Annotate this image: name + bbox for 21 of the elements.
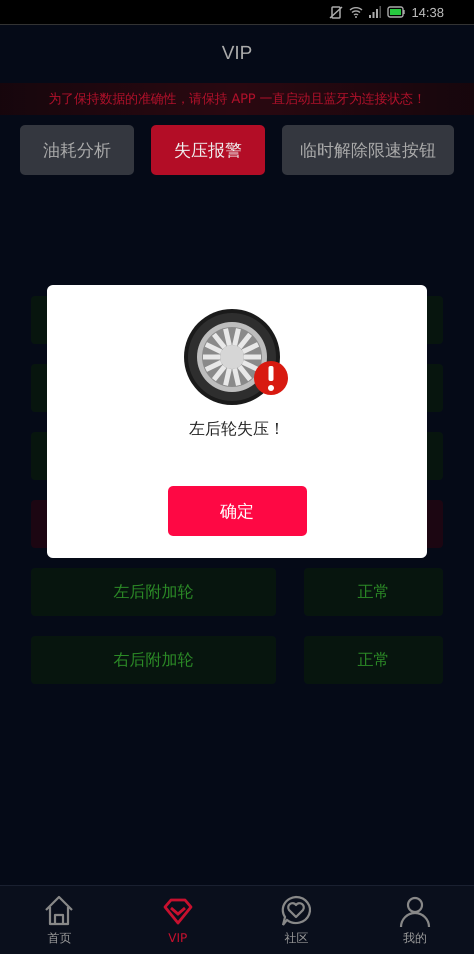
nav-item[interactable]: VIP xyxy=(118,886,237,954)
battery-icon xyxy=(387,6,406,18)
tire-status-cell: 正常 xyxy=(304,636,443,684)
nav-item[interactable]: 首页 xyxy=(0,886,118,954)
tire-name-cell: 左后附加轮 xyxy=(31,568,276,616)
alert-message: 左后轮失压！ xyxy=(189,419,285,440)
nav-item[interactable]: 我的 xyxy=(356,886,474,954)
status-time: 14:38 xyxy=(411,4,444,20)
tab[interactable]: 油耗分析 xyxy=(20,125,134,175)
page-title: VIP xyxy=(222,43,252,65)
chat-heart-icon xyxy=(279,894,314,928)
signal-icon xyxy=(369,6,382,18)
nav-item[interactable]: 社区 xyxy=(237,886,356,954)
tab[interactable]: 临时解除限速按钮 xyxy=(282,125,454,175)
tire-name-cell: 右后附加轮 xyxy=(31,636,276,684)
wifi-icon xyxy=(349,6,364,18)
notice-text: 为了保持数据的准确性，请保持 APP 一直启动且蓝牙为连接状态！ xyxy=(48,91,426,108)
confirm-button[interactable]: 确定 xyxy=(168,486,306,536)
tire-status-cell: 正常 xyxy=(304,568,443,616)
vibrate-off-icon xyxy=(329,6,344,18)
tab[interactable]: 失压报警 xyxy=(151,125,265,175)
